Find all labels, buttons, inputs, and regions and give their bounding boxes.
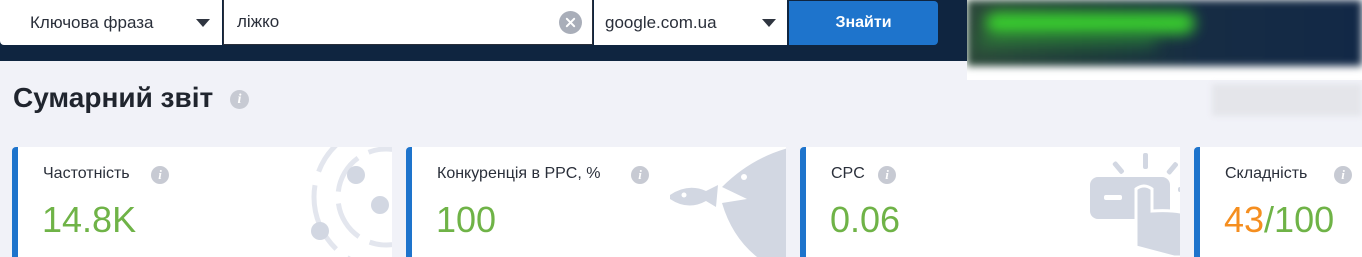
clear-icon[interactable] bbox=[559, 11, 582, 34]
blurred-account-area bbox=[967, 0, 1362, 80]
card-value: 43/100 bbox=[1224, 199, 1334, 241]
info-icon[interactable]: i bbox=[1334, 166, 1352, 184]
blurred-actions bbox=[1212, 84, 1362, 116]
page-title: Сумарний звіт bbox=[13, 82, 214, 113]
fish-icon bbox=[670, 148, 786, 257]
search-input-wrapper bbox=[223, 0, 593, 45]
info-icon[interactable]: i bbox=[631, 166, 649, 184]
chevron-down-icon bbox=[196, 19, 210, 27]
domain-select[interactable]: google.com.ua bbox=[594, 0, 787, 45]
difficulty-score: 43 bbox=[1224, 199, 1265, 240]
search-input[interactable] bbox=[237, 12, 557, 32]
metric-card-ppc-competition: Конкуренція в PPC, % i 100 bbox=[406, 147, 786, 257]
orbit-icon bbox=[311, 147, 392, 257]
info-icon[interactable]: i bbox=[878, 166, 896, 184]
card-label: Конкуренція в PPC, % bbox=[437, 165, 601, 182]
chevron-down-icon bbox=[762, 19, 776, 27]
card-label: CPC bbox=[831, 165, 865, 182]
card-label: Складність bbox=[1225, 165, 1308, 182]
card-label: Частотність bbox=[43, 165, 130, 182]
click-icon bbox=[1090, 153, 1180, 257]
card-value: 100 bbox=[436, 199, 497, 240]
difficulty-max: /100 bbox=[1264, 199, 1335, 240]
metric-card-frequency: Частотність i 14.8K bbox=[12, 147, 392, 257]
info-icon[interactable]: i bbox=[151, 166, 169, 184]
search-type-label: Ключова фраза bbox=[30, 12, 154, 32]
search-type-dropdown[interactable]: Ключова фраза bbox=[0, 0, 222, 45]
metric-card-difficulty: Складність i 43/100 bbox=[1194, 147, 1362, 257]
find-button[interactable]: Знайти bbox=[789, 1, 938, 45]
card-value: 14.8K bbox=[42, 199, 137, 240]
card-value: 0.06 bbox=[830, 199, 901, 240]
metric-card-cpc: CPC i 0.06 bbox=[800, 147, 1180, 257]
info-icon[interactable]: i bbox=[230, 90, 249, 109]
domain-select-value: google.com.ua bbox=[605, 12, 717, 32]
